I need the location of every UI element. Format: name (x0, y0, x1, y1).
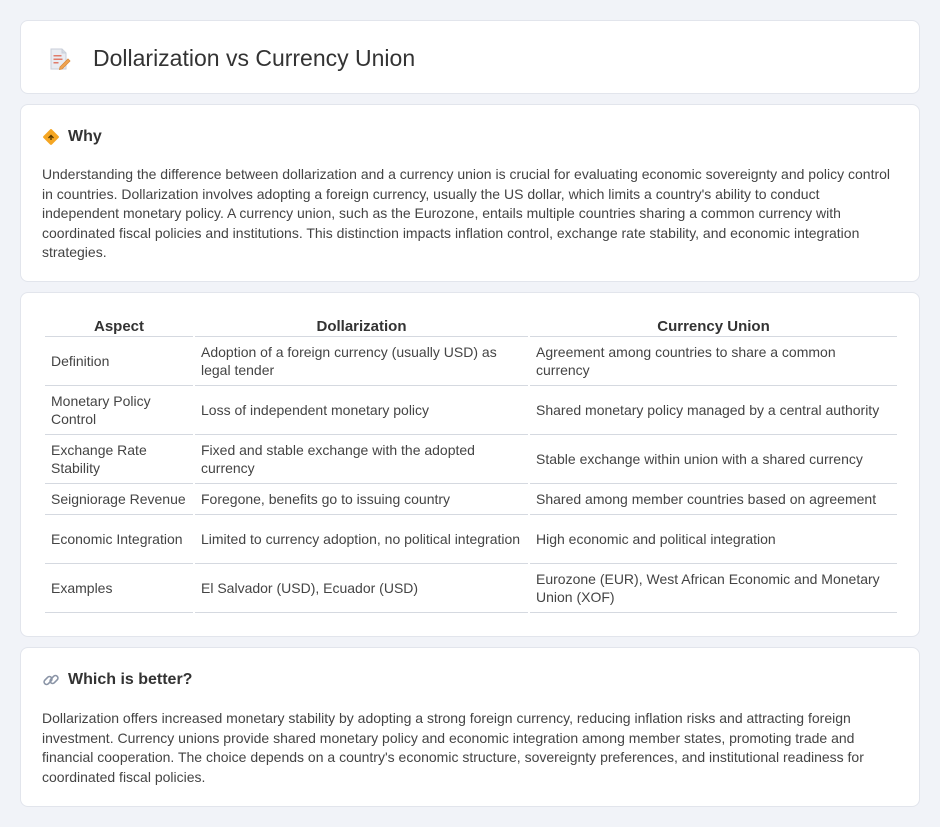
row-aspect: Seigniorage Revenue (45, 484, 193, 515)
row-currency-union: Shared monetary policy managed by a cent… (530, 386, 897, 435)
row-currency-union: High economic and political integration (530, 515, 897, 564)
diamond-sign-icon (42, 128, 60, 146)
table-row: Examples El Salvador (USD), Ecuador (USD… (45, 564, 897, 613)
table-row: Exchange Rate Stability Fixed and stable… (45, 435, 897, 484)
row-currency-union: Eurozone (EUR), West African Economic an… (530, 564, 897, 613)
row-aspect: Economic Integration (45, 515, 193, 564)
document-pencil-icon (47, 47, 71, 71)
link-icon (42, 671, 60, 689)
row-aspect: Exchange Rate Stability (45, 435, 193, 484)
header-dollarization: Dollarization (195, 317, 528, 337)
comparison-section: Aspect Dollarization Currency Union Defi… (20, 292, 920, 637)
row-currency-union: Agreement among countries to share a com… (530, 337, 897, 386)
title-row: Dollarization vs Currency Union (47, 45, 415, 72)
better-title: Which is better? (68, 671, 193, 688)
row-currency-union: Shared among member countries based on a… (530, 484, 897, 515)
row-dollarization: Fixed and stable exchange with the adopt… (195, 435, 528, 484)
which-is-better-section: Which is better? Dollarization offers in… (20, 647, 920, 807)
row-dollarization: Foregone, benefits go to issuing country (195, 484, 528, 515)
why-body: Understanding the difference between dol… (42, 166, 891, 260)
why-title: Why (68, 128, 102, 145)
table-header-row: Aspect Dollarization Currency Union (45, 317, 897, 337)
table-row: Definition Adoption of a foreign currenc… (45, 337, 897, 386)
better-body: Dollarization offers increased monetary … (42, 710, 864, 785)
table-row: Economic Integration Limited to currency… (45, 515, 897, 564)
row-dollarization: Limited to currency adoption, no politic… (195, 515, 528, 564)
table-row: Seigniorage Revenue Foregone, benefits g… (45, 484, 897, 515)
row-aspect: Monetary Policy Control (45, 386, 193, 435)
why-section: Why Understanding the difference between… (20, 104, 920, 282)
why-heading: Why (42, 128, 102, 146)
header-card: Dollarization vs Currency Union (20, 20, 920, 94)
better-heading: Which is better? (42, 671, 192, 689)
row-aspect: Examples (45, 564, 193, 613)
comparison-table: Aspect Dollarization Currency Union Defi… (43, 317, 899, 613)
table-row: Monetary Policy Control Loss of independ… (45, 386, 897, 435)
page-title: Dollarization vs Currency Union (93, 45, 416, 71)
header-currency-union: Currency Union (530, 317, 897, 337)
row-currency-union: Stable exchange within union with a shar… (530, 435, 897, 484)
row-dollarization: Adoption of a foreign currency (usually … (195, 337, 528, 386)
row-aspect: Definition (45, 337, 193, 386)
row-dollarization: El Salvador (USD), Ecuador (USD) (195, 564, 528, 613)
row-dollarization: Loss of independent monetary policy (195, 386, 528, 435)
header-aspect: Aspect (45, 317, 193, 337)
